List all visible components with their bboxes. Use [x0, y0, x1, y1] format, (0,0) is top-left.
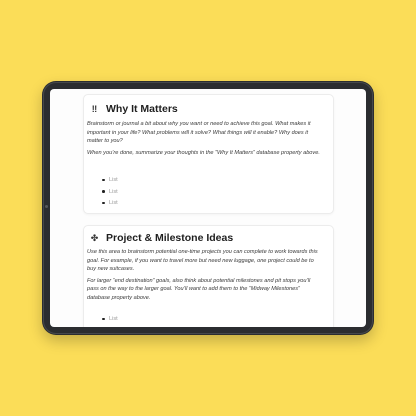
bullet-list: List List List: [102, 176, 118, 211]
list-item[interactable]: List: [102, 199, 118, 211]
body-paragraph[interactable]: Use this area to brainstorm potential on…: [87, 248, 323, 274]
section-body[interactable]: Use this area to brainstorm potential on…: [87, 248, 323, 306]
body-paragraph[interactable]: When you’re done, summarize your thought…: [87, 149, 323, 158]
body-paragraph[interactable]: Brainstorm or journal a bit about why yo…: [87, 120, 323, 146]
section-heading: ✤ Project & Milestone Ideas: [89, 232, 234, 244]
tablet-screen: ‼ Why It Matters Brainstorm or journal a…: [50, 89, 366, 327]
section-why-it-matters: ‼ Why It Matters Brainstorm or journal a…: [83, 94, 334, 214]
section-title: Why It Matters: [106, 103, 178, 115]
body-paragraph[interactable]: For larger “end destination” goals, also…: [87, 277, 323, 303]
section-heading: ‼ Why It Matters: [89, 103, 178, 115]
section-project-milestone-ideas: ✤ Project & Milestone Ideas Use this are…: [83, 225, 334, 327]
camera-dot: [45, 205, 48, 208]
double-exclamation-icon: ‼: [91, 104, 98, 114]
list-item[interactable]: List: [102, 188, 118, 200]
nodes-icon: ✤: [90, 233, 99, 243]
tablet-frame: ‼ Why It Matters Brainstorm or journal a…: [42, 81, 374, 335]
list-item[interactable]: List: [102, 315, 118, 327]
section-body[interactable]: Brainstorm or journal a bit about why yo…: [87, 120, 323, 160]
list-item[interactable]: List: [102, 176, 118, 188]
bullet-list: List: [102, 315, 118, 327]
section-title: Project & Milestone Ideas: [106, 232, 234, 244]
